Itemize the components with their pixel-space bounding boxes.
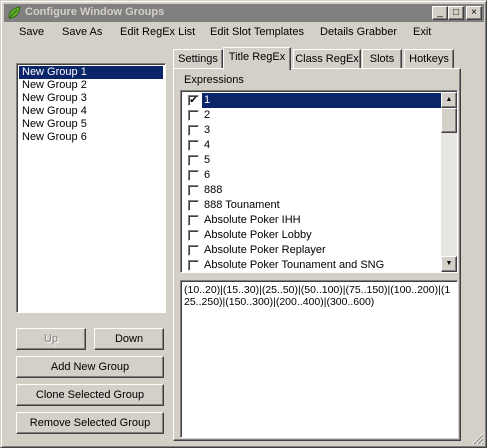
expression-label: 5 xyxy=(204,154,211,166)
down-button[interactable]: Down xyxy=(94,328,164,350)
tab-class-regex[interactable]: Class RegEx xyxy=(293,49,361,69)
close-button[interactable]: × xyxy=(466,6,482,20)
scroll-down-icon[interactable]: ▼ xyxy=(441,256,457,272)
tab-settings[interactable]: Settings xyxy=(173,49,223,69)
checkbox[interactable] xyxy=(188,140,199,151)
checkbox[interactable] xyxy=(188,170,199,181)
list-item-group-6[interactable]: New Group 6 xyxy=(19,131,163,144)
menu-edit-slot-templates[interactable]: Edit Slot Templates xyxy=(210,26,304,38)
checkbox[interactable] xyxy=(188,230,199,241)
tab-slots[interactable]: Slots xyxy=(362,49,402,69)
menu-details-grabber[interactable]: Details Grabber xyxy=(320,26,397,38)
expression-label: 888 Tounament xyxy=(204,199,280,211)
list-item[interactable]: 6 xyxy=(183,168,441,183)
checkbox[interactable] xyxy=(188,125,199,136)
checkbox[interactable]: ✔ xyxy=(188,95,199,106)
menu-edit-regex-list[interactable]: Edit RegEx List xyxy=(120,26,195,38)
list-item-group-2[interactable]: New Group 2 xyxy=(19,79,163,92)
expression-label: 4 xyxy=(204,139,211,151)
list-item[interactable]: 4 xyxy=(183,138,441,153)
expression-label: Absolute Poker Lobby xyxy=(204,229,312,241)
tab-hotkeys[interactable]: Hotkeys xyxy=(404,49,454,69)
checkbox[interactable] xyxy=(188,110,199,121)
list-item[interactable]: Absolute Poker IHH xyxy=(183,213,441,228)
list-item[interactable]: Absolute Poker Replayer xyxy=(183,243,441,258)
expressions-list[interactable]: ✔ 1 2 3 4 5 6 888 888 Tounament Absolute… xyxy=(180,90,458,273)
title-bar[interactable]: Configure Window Groups _ □ × xyxy=(4,4,484,22)
expression-label: Absolute Poker Tounament and SNG xyxy=(204,259,385,271)
window-title: Configure Window Groups xyxy=(25,6,165,18)
expression-label: 3 xyxy=(204,124,211,136)
list-item[interactable]: Absolute Poker Tounament and SNG xyxy=(183,258,441,272)
leaf-icon xyxy=(8,6,21,19)
expression-label: 6 xyxy=(204,169,211,181)
menu-exit[interactable]: Exit xyxy=(413,26,431,38)
configure-window: Configure Window Groups _ □ × Save Save … xyxy=(0,0,487,448)
list-item-group-4[interactable]: New Group 4 xyxy=(19,105,163,118)
list-item[interactable]: ✔ 1 xyxy=(183,93,441,108)
scroll-thumb[interactable] xyxy=(441,108,457,133)
list-item[interactable]: 2 xyxy=(183,108,441,123)
menu-save[interactable]: Save xyxy=(19,26,44,38)
list-item[interactable]: 888 xyxy=(183,183,441,198)
maximize-button[interactable]: □ xyxy=(448,6,464,20)
list-item[interactable]: Absolute Poker Lobby xyxy=(183,228,441,243)
expressions-label: Expressions xyxy=(184,74,244,86)
up-button[interactable]: Up xyxy=(16,328,86,350)
scroll-up-icon[interactable]: ▲ xyxy=(441,92,457,108)
expressions-scrollbar[interactable]: ▲ ▼ xyxy=(441,92,457,272)
list-item[interactable]: 3 xyxy=(183,123,441,138)
list-item-group-1[interactable]: New Group 1 xyxy=(19,66,163,79)
resize-grip-icon[interactable] xyxy=(472,433,484,445)
expression-label: 2 xyxy=(204,109,211,121)
checkbox[interactable] xyxy=(188,155,199,166)
expression-label: Absolute Poker IHH xyxy=(204,214,301,226)
minimize-button[interactable]: _ xyxy=(432,6,448,20)
list-item-group-3[interactable]: New Group 3 xyxy=(19,92,163,105)
regex-pattern-field[interactable]: (10..20)|(15..30)|(25..50)|(50..100)|(75… xyxy=(180,280,458,438)
remove-selected-group-button[interactable]: Remove Selected Group xyxy=(16,412,164,434)
expression-label: 888 xyxy=(204,184,223,196)
clone-selected-group-button[interactable]: Clone Selected Group xyxy=(16,384,164,406)
checkbox[interactable] xyxy=(188,215,199,226)
menu-save-as[interactable]: Save As xyxy=(62,26,102,38)
checkbox[interactable] xyxy=(188,260,199,271)
add-new-group-button[interactable]: Add New Group xyxy=(16,356,164,378)
list-item-group-5[interactable]: New Group 5 xyxy=(19,118,163,131)
checkbox[interactable] xyxy=(188,185,199,196)
group-list[interactable]: New Group 1 New Group 2 New Group 3 New … xyxy=(16,63,166,313)
list-item[interactable]: 888 Tounament xyxy=(183,198,441,213)
expression-label: 1 xyxy=(202,93,441,108)
menu-bar: Save Save As Edit RegEx List Edit Slot T… xyxy=(4,23,484,42)
expression-label: Absolute Poker Replayer xyxy=(204,244,326,256)
list-item[interactable]: 5 xyxy=(183,153,441,168)
tab-title-regex[interactable]: Title RegEx xyxy=(223,47,291,70)
checkbox[interactable] xyxy=(188,200,199,211)
checkbox[interactable] xyxy=(188,245,199,256)
